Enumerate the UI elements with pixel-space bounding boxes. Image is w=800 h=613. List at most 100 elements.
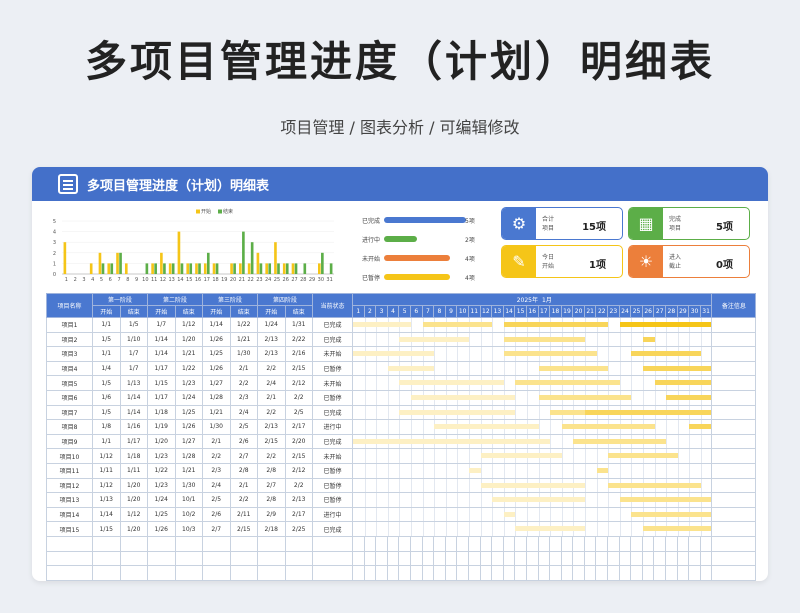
day-header: 19 — [560, 305, 574, 318]
dashboard-card: 多项目管理进度（计划）明细表 0 1 2 3 4 5 1 2 3 4 5 6 7 8 9 10 11 12 13 14… — [32, 167, 768, 581]
phase-date: 1/14 — [147, 346, 176, 362]
col-header-sub: 开始 — [202, 305, 231, 318]
phase-date: 1/12 — [92, 448, 121, 464]
phase-date: 2/6 — [229, 433, 258, 450]
phase-date: 2/4 — [257, 375, 286, 391]
bar-end — [171, 263, 175, 274]
col-header-sub: 开始 — [92, 305, 121, 318]
table-row: 项目4 1/4 1/7 1/17 1/22 1/26 2/1 2/2 2/15 已暂停 — [46, 360, 757, 377]
x-tick-label: 11 — [151, 277, 157, 283]
phase-date: 1/30 — [229, 346, 258, 362]
bar-start — [63, 242, 67, 274]
phase-date: 1/5 — [92, 331, 121, 348]
project-name: 项目2 — [46, 331, 93, 348]
phase-date: 2/1 — [257, 389, 286, 406]
notes-cell — [711, 433, 757, 450]
bar-end — [215, 263, 219, 274]
bar-start — [168, 263, 172, 274]
phase-date: 2/5 — [229, 419, 258, 435]
x-tick-label: 9 — [135, 277, 138, 283]
phase-date: 2/2 — [257, 360, 286, 377]
phase-date: 1/28 — [202, 389, 231, 406]
phase-date: 1/12 — [92, 477, 121, 494]
bar-start — [247, 263, 251, 274]
bar-end — [277, 263, 280, 274]
phase-date: 2/12 — [284, 375, 313, 391]
day-header: 14 — [502, 305, 516, 318]
phase-date: 1/25 — [147, 506, 176, 523]
phase-date: 1/21 — [174, 462, 203, 479]
day-header: 3 — [375, 305, 388, 318]
phase-date: 2/15 — [257, 433, 286, 450]
gantt-bar — [503, 336, 585, 342]
bar-start — [116, 252, 119, 274]
document-icon — [58, 174, 78, 194]
phase-date: 1/24 — [174, 389, 203, 406]
phase-date: 2/9 — [257, 506, 286, 523]
day-header: 6 — [409, 305, 423, 318]
phase-date: 1/17 — [119, 433, 148, 450]
phase-date: 1/4 — [92, 360, 121, 377]
empty-row — [46, 550, 757, 567]
stat-label: 合计 项目 — [542, 216, 555, 232]
project-name: 项目8 — [46, 419, 93, 435]
project-status: 已暂停 — [312, 492, 353, 508]
gantt-bar — [643, 365, 711, 371]
phase-date: 2/6 — [202, 506, 231, 523]
phase-date: 1/13 — [92, 492, 121, 508]
x-tick-label: 16 — [195, 277, 201, 283]
day-header: 24 — [618, 305, 632, 318]
phase-date: 10/1 — [174, 492, 203, 508]
progress-value: 4项 — [465, 275, 475, 282]
bar-end — [233, 263, 236, 274]
x-tick-label: 2 — [74, 277, 77, 283]
project-name: 项目1 — [46, 317, 93, 333]
table-row: 项目14 1/14 1/12 1/25 10/2 2/6 2/11 2/9 2/17 进行中 — [46, 506, 757, 523]
progress-fill — [384, 255, 450, 261]
day-header: 7 — [421, 305, 435, 318]
phase-date: 2/1 — [229, 360, 258, 377]
progress-label: 已暂停 — [362, 275, 381, 282]
gantt-cell — [351, 346, 713, 362]
phase-date: 1/25 — [174, 404, 203, 421]
project-name: 项目7 — [46, 404, 93, 421]
gantt-cell — [351, 433, 713, 450]
phase-date: 2/22 — [284, 331, 313, 348]
gantt-bar — [573, 438, 667, 444]
empty-row — [46, 565, 757, 581]
day-header: 28 — [665, 305, 678, 318]
bar-end — [242, 231, 245, 274]
day-header: 1 — [352, 305, 365, 318]
day-header: 16 — [525, 305, 539, 318]
table-row: 项目5 1/5 1/13 1/15 1/23 1/27 2/2 2/4 2/12 未开始 — [46, 375, 757, 391]
gantt-bar — [503, 351, 597, 357]
gantt-bar — [608, 482, 701, 488]
bar-start — [239, 263, 242, 274]
gear-icon: ⚙ — [502, 208, 536, 239]
phase-date: 1/27 — [174, 433, 203, 450]
progress-fill — [384, 217, 466, 223]
phase-date: 2/2 — [202, 448, 231, 464]
day-header: 13 — [491, 305, 504, 318]
day-header: 20 — [572, 305, 585, 318]
phase-date: 1/16 — [119, 419, 148, 435]
day-header: 30 — [688, 305, 701, 318]
phase-date: 1/5 — [92, 404, 121, 421]
phase-date: 2/5 — [202, 492, 231, 508]
gantt-bar — [515, 380, 620, 386]
progress-label: 进行中 — [362, 237, 381, 244]
phase-date: 2/17 — [284, 506, 313, 523]
gantt-bar — [480, 482, 585, 488]
gantt-bar — [353, 351, 435, 357]
gantt-bar — [619, 497, 711, 503]
day-header: 26 — [641, 305, 655, 318]
phase-date: 1/6 — [92, 389, 121, 406]
x-tick-label: 30 — [318, 277, 324, 283]
y-tick-label: 3 — [53, 240, 56, 246]
month-header: 1月 — [538, 293, 713, 306]
card-header: 多项目管理进度（计划）明细表 — [32, 167, 768, 201]
bar-end — [119, 252, 122, 274]
phase-date: 2/25 — [284, 521, 313, 537]
y-tick-label: 2 — [53, 251, 56, 257]
progress-track — [384, 217, 466, 223]
